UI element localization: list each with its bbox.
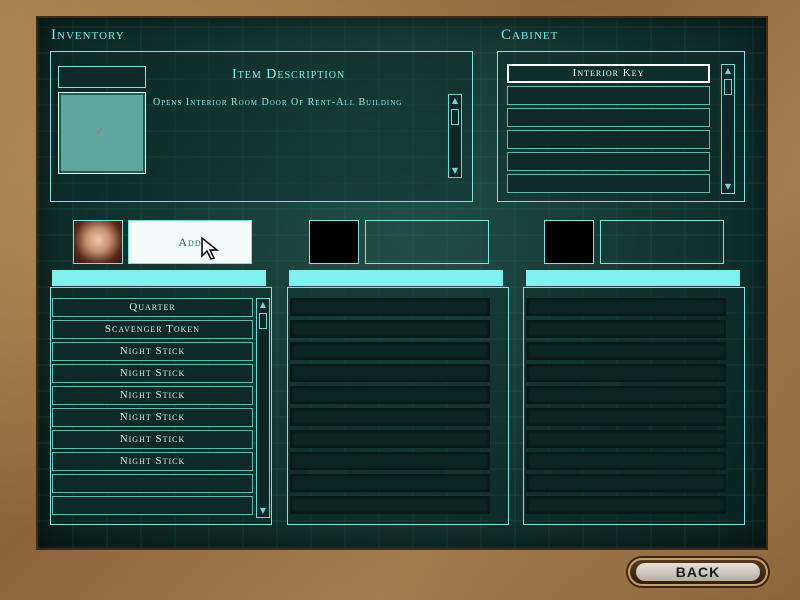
slot-label-right [600,220,724,264]
scroll-down-icon[interactable]: ▼ [258,506,268,516]
slot-image-middle [309,220,359,264]
empty-list-slot[interactable] [526,386,726,404]
inventory-title: Inventory [51,27,125,43]
empty-list-slot[interactable] [526,496,726,514]
scroll-up-icon[interactable]: ▲ [450,96,460,106]
scroll-down-icon[interactable]: ▼ [723,182,733,192]
key-icon: ⁄ [99,126,101,137]
player-list-item[interactable]: Night Stick [52,342,253,361]
character-portrait [73,220,123,264]
empty-list-slot[interactable] [290,342,490,360]
back-button-label[interactable]: BACK [636,563,760,581]
empty-list-slot[interactable] [290,298,490,316]
scroll-thumb[interactable] [724,79,732,95]
player-list-scrollbar[interactable]: ▲ ▼ [256,298,270,518]
mouse-cursor-icon [201,236,220,260]
empty-list-slot[interactable] [290,386,490,404]
empty-list-slot[interactable] [526,430,726,448]
player-list-item[interactable]: Night Stick [52,364,253,383]
slot-image-right [544,220,594,264]
right-list-header [526,270,740,286]
cabinet-title: Cabinet [501,27,559,43]
scroll-up-icon[interactable]: ▲ [723,66,733,76]
item-name-box [58,66,146,88]
cabinet-item[interactable] [507,174,710,193]
cabinet-item[interactable]: Interior Key [507,64,710,83]
player-list-item[interactable]: Scavenger Token [52,320,253,339]
cabinet-item[interactable] [507,130,710,149]
empty-list-slot[interactable] [526,452,726,470]
player-list-item[interactable] [52,474,253,493]
empty-list-slot[interactable] [290,474,490,492]
cabinet-item[interactable] [507,86,710,105]
cabinet-scrollbar[interactable]: ▲ ▼ [721,64,735,194]
empty-list-slot[interactable] [290,364,490,382]
scroll-thumb[interactable] [259,313,267,329]
empty-list-slot[interactable] [526,474,726,492]
cabinet-item[interactable] [507,152,710,171]
add-button[interactable]: Add [128,220,252,264]
item-image: ⁄ [58,92,146,174]
empty-list-slot[interactable] [290,430,490,448]
scroll-down-icon[interactable]: ▼ [450,166,460,176]
empty-list-slot[interactable] [290,496,490,514]
empty-list-slot[interactable] [526,408,726,426]
cabinet-item[interactable] [507,108,710,127]
empty-list-slot[interactable] [526,364,726,382]
empty-list-slot[interactable] [290,452,490,470]
empty-list-slot[interactable] [526,320,726,338]
description-scrollbar[interactable]: ▲ ▼ [448,94,462,178]
empty-list-slot[interactable] [290,320,490,338]
empty-list-slot[interactable] [290,408,490,426]
empty-list-slot[interactable] [526,298,726,316]
item-description-text: Opens Interior Room Door Of Rent-All Bui… [153,97,403,108]
player-list-item[interactable]: Night Stick [52,452,253,471]
middle-list-header [289,270,503,286]
player-list-item[interactable]: Night Stick [52,430,253,449]
player-list-item[interactable]: Night Stick [52,408,253,427]
item-description-heading: Item Description [232,67,346,82]
player-list-item[interactable] [52,496,253,515]
player-list-item[interactable]: Quarter [52,298,253,317]
scroll-thumb[interactable] [451,109,459,125]
scroll-up-icon[interactable]: ▲ [258,300,268,310]
back-button[interactable]: BACK [628,558,768,586]
slot-label-middle [365,220,489,264]
player-list-header [52,270,266,286]
empty-list-slot[interactable] [526,342,726,360]
player-list-item[interactable]: Night Stick [52,386,253,405]
